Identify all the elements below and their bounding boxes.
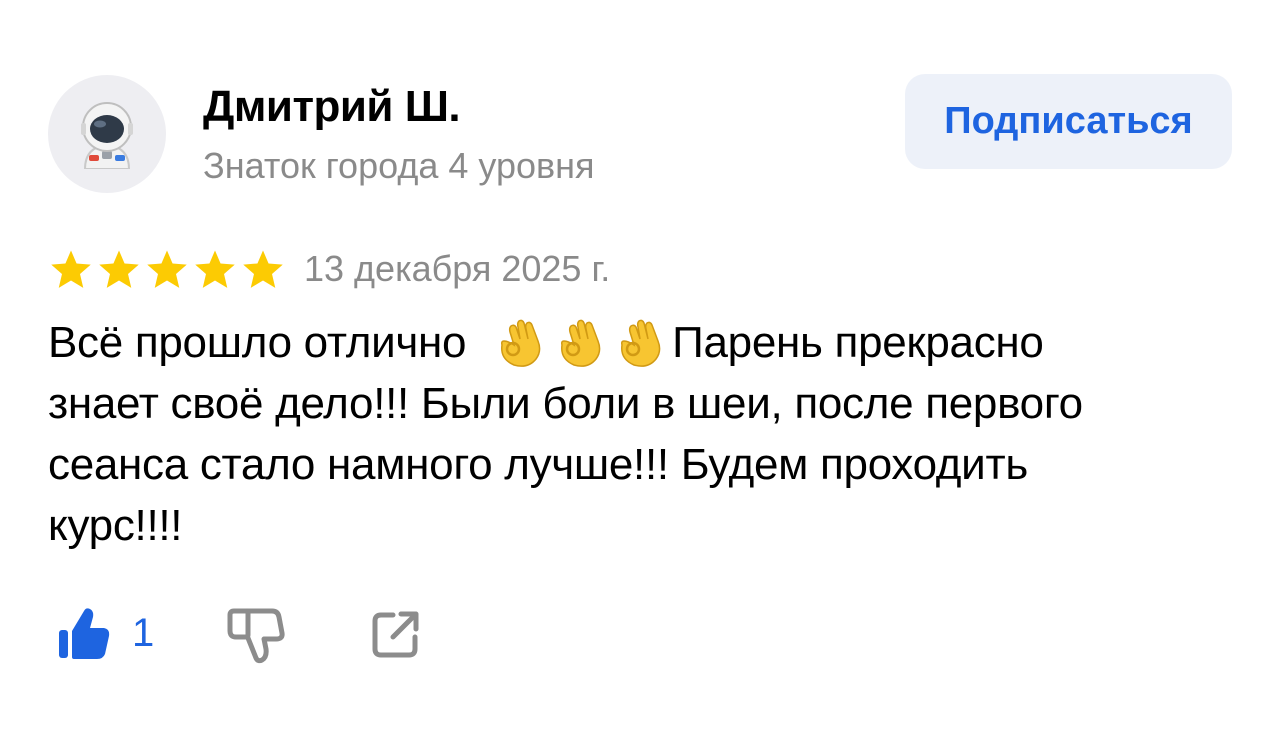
- ok-hand-icon: [561, 319, 601, 367]
- astronaut-icon: [81, 102, 133, 169]
- thumbs-down-icon: [227, 608, 285, 664]
- review-text-line: сеанса стало намного лучше!!! Будем прох…: [48, 440, 1028, 489]
- ok-hand-icon: [501, 319, 541, 367]
- star-icon: [243, 250, 283, 288]
- rating-stars: [48, 247, 286, 293]
- author-name[interactable]: Дмитрий Ш.: [203, 82, 461, 132]
- subscribe-button[interactable]: Подписаться: [905, 74, 1232, 169]
- review-text: Всё прошло отлично Парень прекрасно знае…: [48, 312, 1228, 556]
- like-count: 1: [132, 610, 155, 655]
- dislike-button[interactable]: [226, 605, 286, 670]
- star-icon: [51, 250, 91, 288]
- avatar[interactable]: [48, 75, 166, 193]
- author-level: Знаток города 4 уровня: [203, 145, 595, 186]
- ok-hand-icon: [621, 319, 661, 367]
- star-icon: [147, 250, 187, 288]
- like-button[interactable]: 1: [56, 605, 154, 661]
- emoji-group: [492, 318, 672, 367]
- star-icon: [99, 250, 139, 288]
- share-icon: [372, 611, 419, 658]
- review-text-line: Всё прошло отлично Парень прекрасно: [48, 312, 1228, 373]
- review-text-line: знает своё дело!!! Были боли в шеи, посл…: [48, 379, 1083, 428]
- star-icon: [195, 250, 235, 288]
- share-button[interactable]: [369, 607, 423, 666]
- review-date: 13 декабря 2025 г.: [304, 248, 611, 289]
- thumbs-up-icon: [59, 608, 110, 659]
- review-text-line: курс!!!!: [48, 501, 183, 550]
